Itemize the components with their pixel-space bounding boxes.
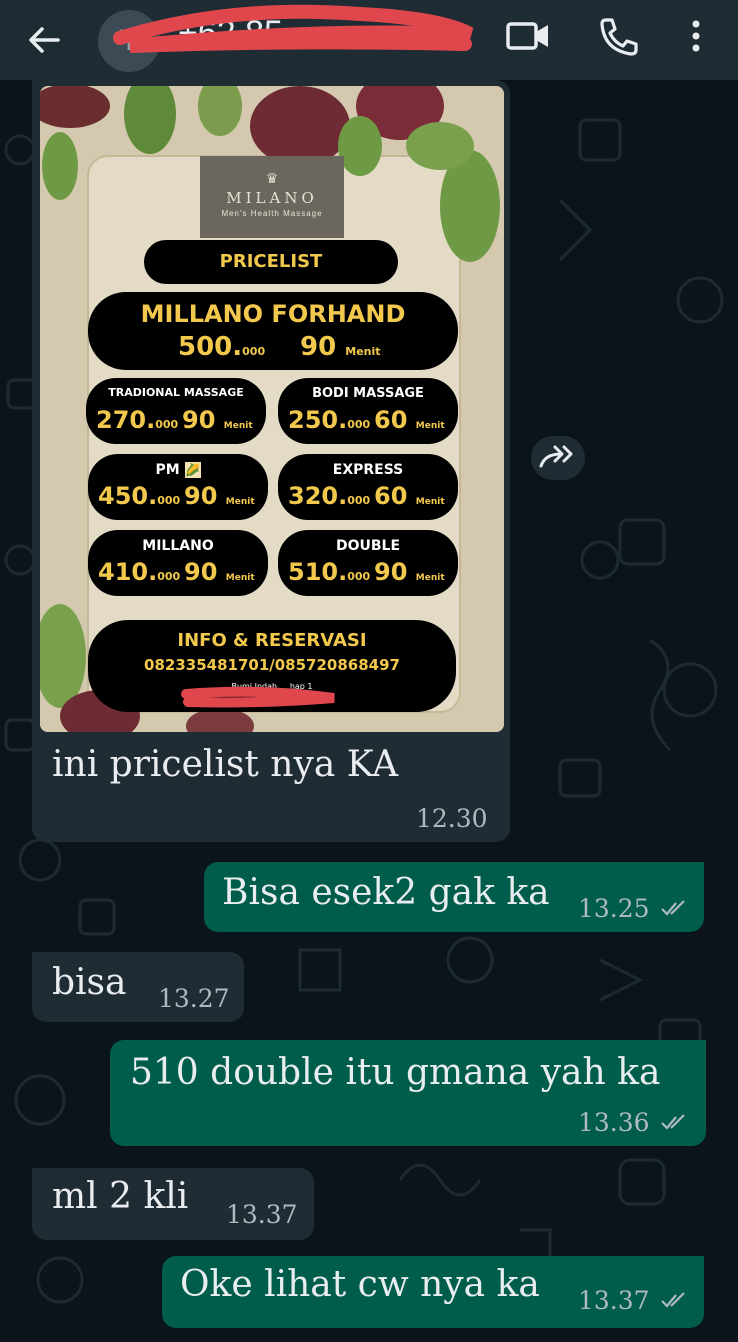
- message-text: 510 double itu gmana yah ka: [130, 1052, 661, 1093]
- info-phone: 08233548170​1/085720868497: [144, 656, 400, 674]
- forward-button[interactable]: [531, 436, 585, 480]
- brand-logo: ♛ MILANO Men's Health Massage: [200, 156, 344, 238]
- service-name: BODI MASSAGE: [312, 386, 424, 401]
- message-time: 13.36: [578, 1108, 650, 1137]
- brand-subtitle: Men's Health Massage: [221, 209, 323, 218]
- info-title: INFO & RESERVASI: [177, 630, 367, 651]
- redaction-scribble: [181, 686, 335, 708]
- service-duration: 90 Menit: [300, 332, 381, 362]
- service-duration: 60 Menit: [374, 406, 445, 434]
- message-time: 12.30: [416, 804, 488, 833]
- message-time: 13.25: [578, 894, 650, 923]
- service-price: 510.000: [288, 558, 371, 586]
- brand-name: MILANO: [226, 189, 318, 207]
- service-duration: 90 Menit: [184, 558, 255, 586]
- service-name: EXPRESS: [332, 462, 404, 478]
- message-text: Bisa esek2 gak ka: [222, 872, 550, 913]
- double-check-icon: [661, 1114, 685, 1130]
- message-time: 13.37: [226, 1200, 298, 1229]
- video-call-icon[interactable]: [502, 14, 554, 58]
- service-name: PM 🌽: [155, 462, 201, 478]
- message-time: 13.27: [158, 984, 230, 1013]
- service-pill: DOUBLE 510.000 90 Menit: [278, 530, 458, 596]
- message-time: 13.37: [578, 1286, 650, 1315]
- crown-icon: ♛: [265, 170, 279, 186]
- service-price: 270.000: [96, 406, 179, 434]
- service-price: 500.000: [178, 332, 266, 362]
- service-duration: 90 Menit: [182, 406, 253, 434]
- service-pill: TRADIONAL MASSAGE 270.000 90 Menit: [86, 378, 266, 444]
- back-arrow-icon[interactable]: [22, 18, 66, 62]
- service-name: DOUBLE: [335, 538, 401, 554]
- service-pill: MILLANO 410.000 90 Menit: [88, 530, 268, 596]
- double-check-icon: [661, 1292, 685, 1308]
- message-text: ini pricelist nya KA: [52, 744, 399, 785]
- service-price: 320.000: [288, 482, 371, 510]
- service-price: 410.000: [98, 558, 181, 586]
- service-name: MILLANO FORHAND: [140, 300, 406, 328]
- service-duration: 60 Menit: [374, 482, 445, 510]
- service-duration: 90 Menit: [374, 558, 445, 586]
- service-pill: PM 🌽 450.000 90 Menit: [88, 454, 268, 520]
- redaction-scribble: [113, 4, 474, 53]
- chat-header: Y +62 85...: [0, 0, 738, 80]
- phone-icon[interactable]: [594, 14, 642, 58]
- message-text: bisa: [52, 962, 127, 1003]
- service-duration: 90 Menit: [184, 482, 255, 510]
- corn-icon: 🌽: [184, 462, 201, 478]
- message-text: Oke lihat cw nya ka: [180, 1264, 540, 1305]
- double-check-icon: [661, 900, 685, 916]
- more-vert-icon[interactable]: [678, 14, 714, 58]
- main-service-pill: MILLANO FORHAND 500.000 90 Menit: [88, 292, 458, 370]
- service-price: 450.000: [98, 482, 181, 510]
- service-pill: EXPRESS 320.000 60 Menit: [278, 454, 458, 520]
- service-price: 250.000: [288, 406, 371, 434]
- message-text: ml 2 kli: [52, 1176, 189, 1217]
- service-name: MILLANO: [142, 538, 214, 554]
- forward-icon: [539, 445, 573, 468]
- service-name: TRADIONAL MASSAGE: [108, 386, 244, 399]
- pricelist-image[interactable]: ♛ MILANO Men's Health Massage PRICELIST …: [40, 86, 504, 732]
- pricelist-title: PRICELIST: [144, 240, 398, 284]
- service-pill: BODI MASSAGE 250.000 60 Menit: [278, 378, 458, 444]
